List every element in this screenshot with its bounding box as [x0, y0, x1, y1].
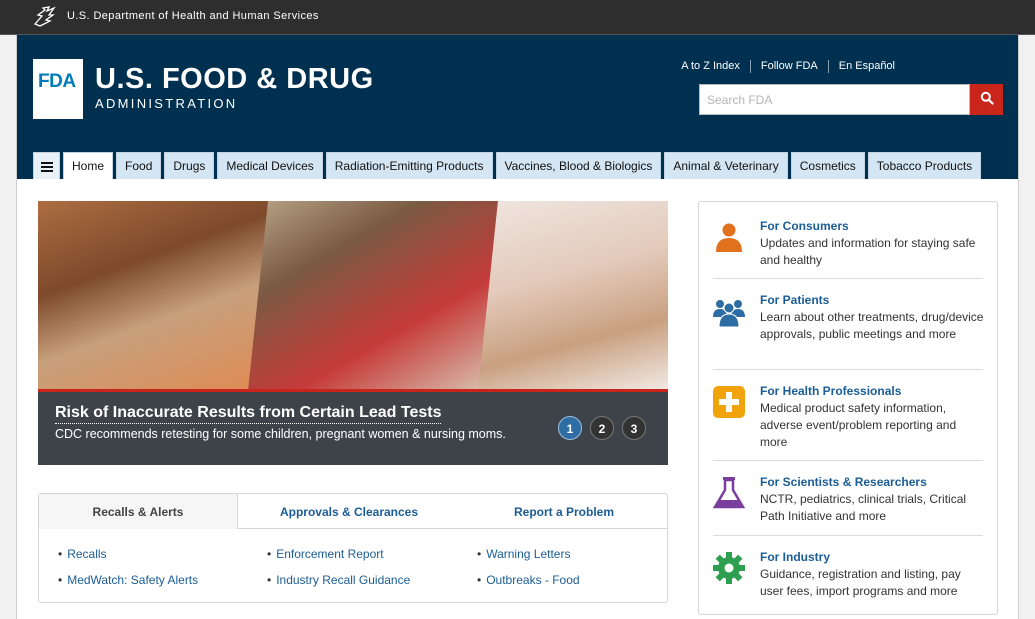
sidebar-item-industry[interactable]: For Industry Guidance, registration and … — [713, 550, 983, 605]
carousel-page-3[interactable]: 3 — [622, 416, 646, 440]
sidebar-title-health-professionals[interactable]: For Health Professionals — [760, 384, 901, 398]
nav-tab-vaccines-blood-biologics[interactable]: Vaccines, Blood & Biologics — [495, 152, 662, 179]
search-input[interactable] — [699, 84, 970, 115]
search-form — [699, 84, 1003, 115]
industry-recall-guidance-link[interactable]: Industry Recall Guidance — [267, 573, 410, 587]
plus-icon — [713, 386, 745, 418]
carousel-pager: 1 2 3 — [558, 416, 654, 440]
tab-report-a-problem[interactable]: Report a Problem — [459, 494, 669, 529]
nav-tab-cosmetics[interactable]: Cosmetics — [790, 152, 865, 179]
tab-divider — [238, 528, 667, 529]
menu-button[interactable] — [33, 152, 60, 179]
sidebar-desc-patients: Learn about other treatments, drug/devic… — [760, 310, 984, 341]
carousel-page-1[interactable]: 1 — [558, 416, 582, 440]
hhs-eagle-icon — [33, 6, 56, 27]
hamburger-icon — [40, 162, 53, 172]
espanol-link[interactable]: En Español — [827, 60, 905, 73]
recalls-link[interactable]: Recalls — [58, 547, 106, 561]
utility-links: A to Z Index Follow FDA En Español — [671, 60, 905, 73]
medwatch-link[interactable]: MedWatch: Safety Alerts — [58, 573, 198, 587]
site-header: FDA U.S. FOOD & DRUG ADMINISTRATION A to… — [17, 35, 1018, 179]
nav-tab-radiation-emitting-products[interactable]: Radiation-Emitting Products — [325, 152, 493, 179]
carousel-subtitle: CDC recommends retesting for some childr… — [55, 427, 506, 441]
tab-recalls-alerts[interactable]: Recalls & Alerts — [39, 494, 238, 529]
carousel-caption: Risk of Inaccurate Results from Certain … — [38, 389, 668, 465]
carousel-page-2[interactable]: 2 — [590, 416, 614, 440]
sidebar-title-industry[interactable]: For Industry — [760, 550, 830, 564]
page-frame: FDA U.S. FOOD & DRUG ADMINISTRATION A to… — [16, 35, 1019, 619]
sidebar-divider — [713, 460, 983, 461]
info-tabs-panel: Recalls & Alerts Approvals & Clearances … — [38, 493, 668, 603]
carousel-photo-nursing-baby — [478, 201, 668, 391]
group-icon — [713, 300, 745, 327]
sidebar-title-consumers[interactable]: For Consumers — [760, 219, 849, 233]
sidebar-item-health-professionals[interactable]: For Health Professionals Medical product… — [713, 384, 983, 454]
fda-logo-mark: FDA — [38, 71, 76, 92]
sidebar-title-scientists-researchers[interactable]: For Scientists & Researchers — [760, 475, 927, 489]
nav-tab-food[interactable]: Food — [116, 152, 162, 179]
a-to-z-link[interactable]: A to Z Index — [671, 60, 750, 73]
nav-tab-animal-veterinary[interactable]: Animal & Veterinary — [664, 152, 788, 179]
hhs-link[interactable]: U.S. Department of Health and Human Serv… — [67, 10, 319, 22]
sidebar-item-patients[interactable]: For Patients Learn about other treatment… — [713, 293, 983, 363]
sidebar-desc-industry: Guidance, registration and listing, pay … — [760, 567, 961, 598]
outbreaks-food-link[interactable]: Outbreaks - Food — [477, 573, 579, 587]
sidebar-item-scientists-researchers[interactable]: For Scientists & Researchers NCTR, pedia… — [713, 475, 983, 530]
sidebar-desc-health-professionals: Medical product safety information, adve… — [760, 401, 957, 449]
nav-tab-home[interactable]: Home — [63, 152, 114, 179]
warning-letters-link[interactable]: Warning Letters — [477, 547, 570, 561]
carousel-title-link[interactable]: Risk of Inaccurate Results from Certain … — [55, 404, 442, 424]
search-button[interactable] — [970, 84, 1003, 115]
fda-logo[interactable]: FDA — [33, 59, 83, 119]
sidebar-desc-scientists-researchers: NCTR, pediatrics, clinical trials, Criti… — [760, 492, 967, 523]
feature-carousel[interactable]: Risk of Inaccurate Results from Certain … — [38, 201, 668, 465]
nav-tab-medical-devices[interactable]: Medical Devices — [217, 152, 323, 179]
info-tabs-header: Recalls & Alerts Approvals & Clearances … — [39, 494, 667, 529]
audience-sidebar: For Consumers Updates and information fo… — [698, 201, 998, 615]
carousel-photo-pregnant-woman — [248, 201, 498, 391]
tab-approvals-clearances[interactable]: Approvals & Clearances — [249, 494, 449, 529]
search-icon — [980, 91, 994, 105]
follow-fda-link[interactable]: Follow FDA — [749, 60, 828, 73]
site-subtitle: ADMINISTRATION — [95, 96, 238, 111]
nav-tab-tobacco-products[interactable]: Tobacco Products — [867, 152, 982, 179]
hhs-top-bar: U.S. Department of Health and Human Serv… — [0, 0, 1035, 35]
sidebar-divider — [713, 535, 983, 536]
gear-icon — [713, 552, 745, 584]
nav-tab-drugs[interactable]: Drugs — [164, 152, 215, 179]
sidebar-divider — [713, 369, 983, 370]
site-title[interactable]: U.S. FOOD & DRUG — [95, 63, 374, 96]
carousel-photo-mother-child — [38, 201, 268, 391]
flask-icon — [713, 477, 745, 509]
sidebar-item-consumers[interactable]: For Consumers Updates and information fo… — [713, 219, 983, 269]
enforcement-report-link[interactable]: Enforcement Report — [267, 547, 383, 561]
main-nav: Home Food Drugs Medical Devices Radiatio… — [33, 152, 984, 179]
sidebar-divider — [713, 278, 983, 279]
sidebar-title-patients[interactable]: For Patients — [760, 293, 829, 307]
person-icon — [716, 223, 742, 252]
sidebar-desc-consumers: Updates and information for staying safe… — [760, 236, 976, 267]
